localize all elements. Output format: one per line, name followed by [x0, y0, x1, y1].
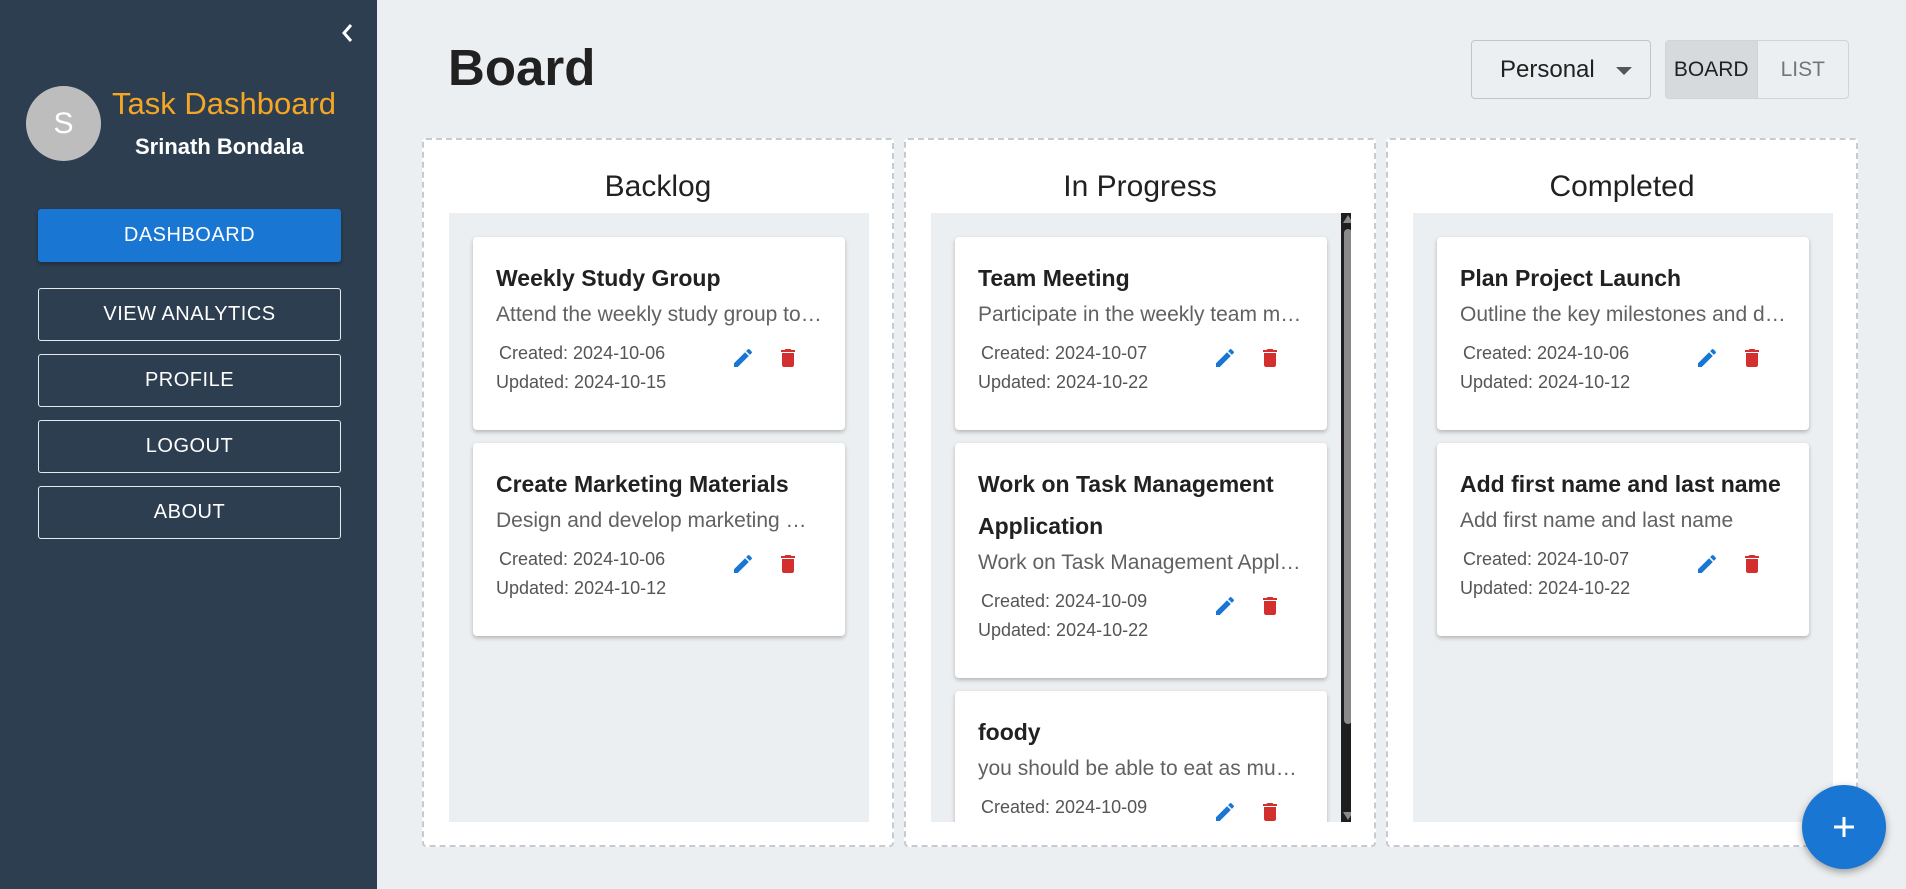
trash-icon [780, 554, 795, 573]
edit-task-button[interactable] [730, 345, 755, 370]
task-title: Weekly Study Group [496, 265, 721, 291]
dashboard-button[interactable]: DASHBOARD [38, 209, 341, 262]
workspace-select[interactable]: Personal [1471, 40, 1651, 99]
about-button[interactable]: ABOUT [38, 486, 341, 539]
user-name: Srinath Bondala [135, 134, 304, 159]
task-card[interactable]: Team Meeting Participate in the weekly t… [955, 237, 1327, 430]
column-in-progress: In Progress Team Meeting Participate in … [904, 138, 1376, 847]
pencil-icon [733, 348, 752, 367]
edit-task-button[interactable] [1694, 345, 1719, 370]
delete-task-button[interactable] [1257, 593, 1282, 618]
delete-task-button[interactable] [1257, 345, 1282, 370]
pencil-icon [733, 554, 752, 573]
task-card[interactable]: Weekly Study Group Attend the weekly stu… [473, 237, 845, 430]
task-card[interactable]: foody you should be able to eat as much … [955, 691, 1327, 822]
task-card[interactable]: Add first name and last name Add first n… [1437, 443, 1809, 636]
column-title: Backlog [604, 170, 712, 203]
trash-icon [1744, 348, 1759, 367]
caret-down-icon [1616, 67, 1632, 75]
task-card[interactable]: Work on Task Management Application Work… [955, 443, 1327, 678]
scroll-down-arrow-icon[interactable] [1343, 812, 1351, 820]
trash-icon [1262, 348, 1277, 367]
edit-task-button[interactable] [1694, 551, 1719, 576]
task-description: you should be able to eat as much as you… [978, 757, 1304, 780]
task-updated-date: Updated: 2024-10-22 [978, 372, 1149, 392]
task-description: Design and develop marketing materials f… [496, 509, 822, 532]
delete-task-button[interactable] [1257, 799, 1282, 822]
delete-task-button[interactable] [775, 345, 800, 370]
page-title: Board [448, 39, 596, 96]
task-title: Plan Project Launch [1460, 265, 1682, 291]
task-updated-date: Updated: 2024-10-15 [496, 372, 667, 392]
column-backlog: Backlog Weekly Study Group Attend the we… [422, 138, 894, 847]
trash-icon [1262, 596, 1277, 615]
chevron-left-icon [342, 24, 353, 42]
workspace-select-value: Personal [1500, 55, 1595, 83]
task-description: Add first name and last name [1460, 509, 1734, 532]
app-title: Task Dashboard [112, 86, 337, 121]
column-body[interactable]: Plan Project Launch Outline the key mile… [1413, 213, 1833, 822]
column-completed: Completed Plan Project Launch Outline th… [1386, 138, 1858, 847]
pencil-icon [1697, 348, 1716, 367]
task-card[interactable]: Plan Project Launch Outline the key mile… [1437, 237, 1809, 430]
task-title: Work on Task Management Application [978, 471, 1274, 539]
list-view-toggle[interactable]: LIST [1758, 41, 1849, 98]
scroll-thumb[interactable] [1344, 229, 1351, 724]
trash-icon [1744, 554, 1759, 573]
profile-button[interactable]: PROFILE [38, 354, 341, 407]
plus-icon [1834, 817, 1854, 837]
collapse-sidebar-button[interactable] [334, 18, 360, 48]
task-card[interactable]: Create Marketing Materials Design and de… [473, 443, 845, 636]
task-description: Participate in the weekly team meeting [978, 303, 1304, 326]
edit-task-button[interactable] [1212, 593, 1237, 618]
scroll-up-arrow-icon[interactable] [1343, 215, 1351, 223]
task-description: Outline the key milestones and deliverab… [1460, 303, 1786, 326]
task-updated-date: Updated: 2024-10-12 [1460, 372, 1631, 392]
edit-task-button[interactable] [1212, 345, 1237, 370]
logout-button[interactable]: LOGOUT [38, 420, 341, 473]
task-updated-date: Updated: 2024-10-22 [1460, 578, 1631, 598]
avatar: S [26, 86, 101, 161]
sidebar: S Task Dashboard Srinath Bondala DASHBOA… [0, 0, 377, 889]
view-analytics-button[interactable]: VIEW ANALYTICS [38, 288, 341, 341]
trash-icon [1262, 802, 1277, 821]
trash-icon [780, 348, 795, 367]
column-title: Completed [1549, 170, 1695, 203]
task-description: Attend the weekly study group to discuss… [496, 303, 822, 326]
pencil-icon [1697, 554, 1716, 573]
pencil-icon [1215, 596, 1234, 615]
view-toggle: BOARD LIST [1665, 40, 1849, 99]
task-description: Work on Task Management Application feat… [978, 551, 1304, 574]
board-view-toggle[interactable]: BOARD [1666, 41, 1758, 98]
pencil-icon [1215, 348, 1234, 367]
task-title: Create Marketing Materials [496, 471, 789, 497]
task-updated-date: Updated: 2024-10-12 [496, 578, 667, 598]
column-title: In Progress [1063, 170, 1217, 203]
column-scrollbar[interactable] [1341, 213, 1351, 822]
pencil-icon [1215, 802, 1234, 821]
task-title: Team Meeting [978, 265, 1130, 291]
edit-task-button[interactable] [1212, 799, 1237, 822]
column-body[interactable]: Team Meeting Participate in the weekly t… [931, 213, 1351, 822]
delete-task-button[interactable] [775, 551, 800, 576]
delete-task-button[interactable] [1739, 551, 1764, 576]
add-task-button[interactable] [1802, 785, 1886, 869]
column-body[interactable]: Weekly Study Group Attend the weekly stu… [449, 213, 869, 822]
task-title: foody [978, 719, 1041, 745]
delete-task-button[interactable] [1739, 345, 1764, 370]
task-updated-date: Updated: 2024-10-22 [978, 620, 1149, 640]
task-title: Add first name and last name [1460, 471, 1781, 497]
edit-task-button[interactable] [730, 551, 755, 576]
